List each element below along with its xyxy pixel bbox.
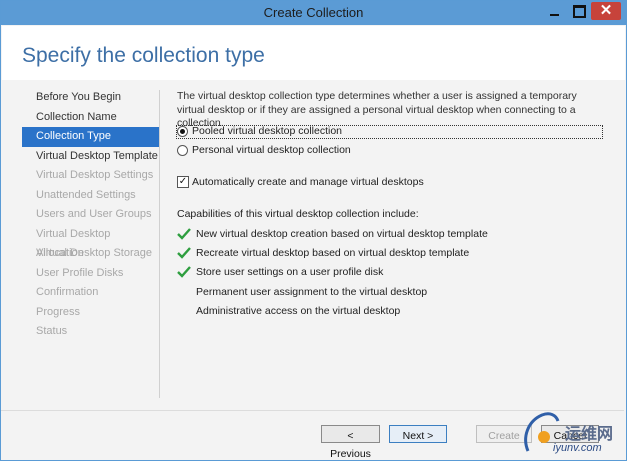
- nav-item-status: Status: [36, 325, 68, 337]
- nav-item-user-profile-disks: User Profile Disks: [36, 266, 124, 279]
- checkmark-icon: [177, 247, 191, 259]
- nav-item-virtual-desktop-settings: Virtual Desktop Settings: [36, 169, 154, 181]
- capability-item: Recreate virtual desktop based on virtua…: [196, 247, 470, 259]
- personal-radio[interactable]: [177, 145, 188, 156]
- title-bar: Create Collection ✕: [1, 1, 626, 25]
- next-button[interactable]: Next >: [389, 425, 447, 443]
- nav-item-collection-name[interactable]: Collection Name: [22, 108, 159, 128]
- maximize-icon: [573, 5, 586, 18]
- nav-item-collection-type[interactable]: Collection Type: [22, 127, 159, 147]
- nav-item-before-you-begin[interactable]: Before You Begin: [22, 88, 159, 108]
- auto-create-checkbox[interactable]: ✓: [177, 176, 189, 188]
- personal-radio-label[interactable]: Personal virtual desktop collection: [192, 144, 351, 156]
- nav-item-progress: Progress: [36, 305, 81, 318]
- auto-create-checkbox-label[interactable]: Automatically create and manage virtual …: [192, 176, 424, 188]
- capability-item: Store user settings on a user profile di…: [196, 266, 384, 278]
- nav-item-virtual-desktop-storage: Virtual Desktop Storage: [36, 247, 152, 259]
- maximize-button[interactable]: [567, 2, 591, 20]
- radio-selected-dot: [180, 129, 185, 134]
- watermark-text: 运维网: [565, 426, 614, 443]
- page-title: Specify the collection type: [22, 44, 265, 67]
- capability-item: Permanent user assignment to the virtual…: [196, 286, 428, 298]
- nav-item-virtual-desktop-template[interactable]: Virtual Desktop Template: [22, 147, 159, 167]
- nav-item-unattended-settings: Unattended Settings: [36, 188, 136, 201]
- minimize-button[interactable]: [543, 2, 567, 20]
- capability-item: Administrative access on the virtual des…: [196, 305, 401, 317]
- checkmark-icon: [177, 228, 191, 240]
- nav-item-confirmation: Confirmation: [36, 286, 99, 298]
- nav-item-virtual-desktop-allocation: Virtual Desktop Allocation: [36, 227, 111, 260]
- minimize-icon: [550, 14, 559, 16]
- pooled-radio[interactable]: [177, 126, 188, 137]
- previous-button[interactable]: < Previous: [321, 425, 380, 460]
- watermark-url: iyunv.com: [553, 442, 602, 454]
- nav-divider: [159, 90, 160, 398]
- capabilities-heading: Capabilities of this virtual desktop col…: [177, 208, 419, 220]
- close-button[interactable]: ✕: [591, 2, 621, 20]
- pooled-radio-label[interactable]: Pooled virtual desktop collection: [192, 125, 342, 137]
- wizard-nav: Before You Begin Collection Name Collect…: [22, 88, 159, 342]
- close-icon: ✕: [599, 2, 613, 19]
- window-title: Create Collection: [263, 5, 364, 20]
- capability-item: New virtual desktop creation based on vi…: [196, 228, 488, 240]
- checkmark-icon: [177, 266, 191, 278]
- nav-item-users-and-user-groups: Users and User Groups: [36, 208, 152, 220]
